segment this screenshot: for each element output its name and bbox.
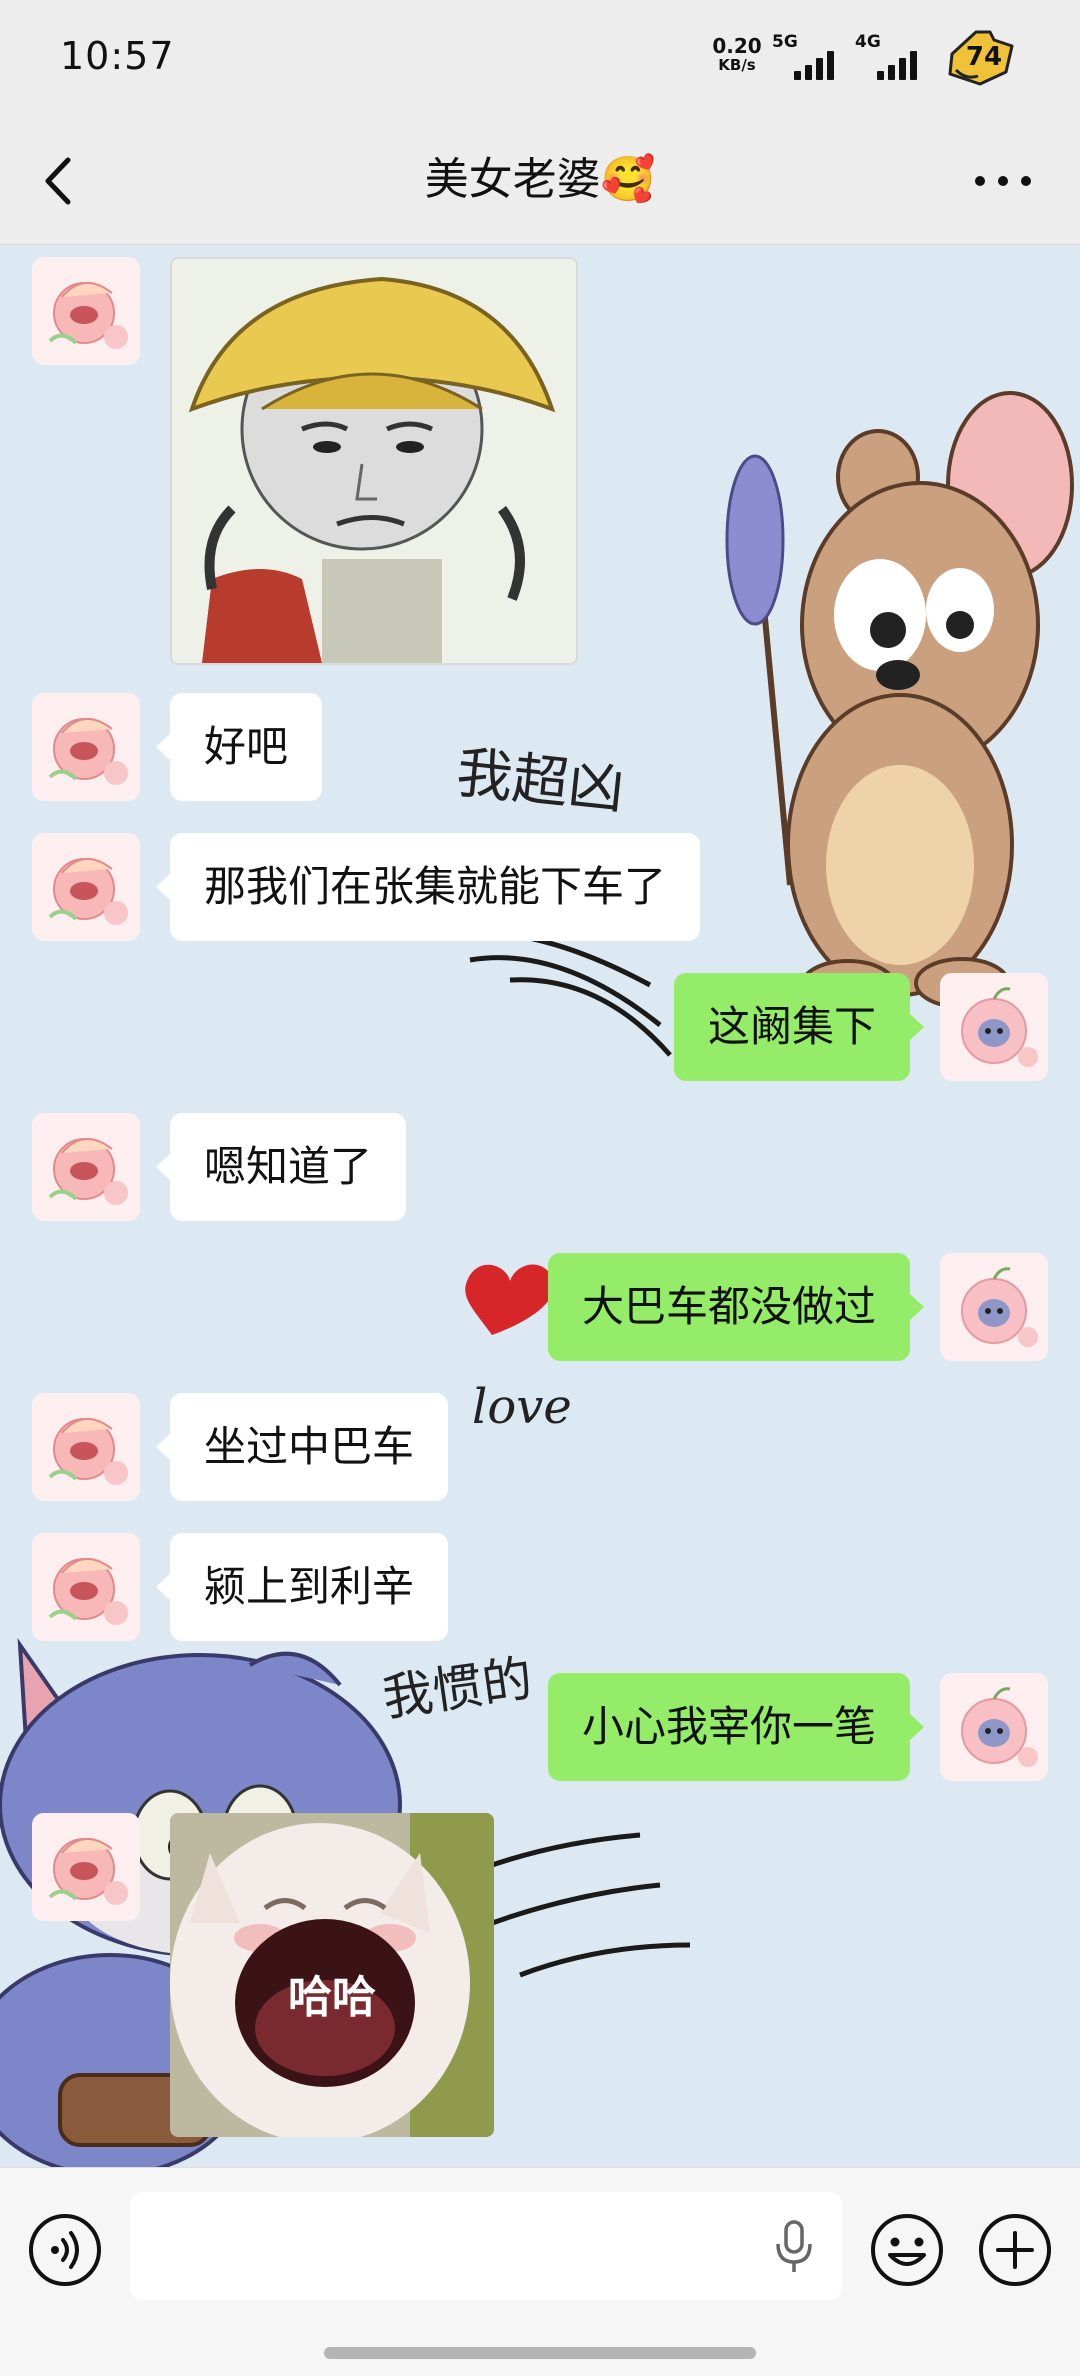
signal-5g-label: 5G (772, 32, 798, 52)
battery-level: 74 (965, 42, 1003, 72)
peach-cat-avatar-icon (940, 1253, 1048, 1361)
incoming-message-bubble[interactable]: 嗯知道了 (155, 1113, 407, 1221)
wallpaper-text-top: 我超凶 (453, 740, 627, 822)
chat-header: 美女老婆🥰 (0, 118, 1080, 245)
network-speed-value: 0.20 (712, 34, 762, 58)
outgoing-message-bubble[interactable]: 这阚集下 (673, 973, 925, 1081)
peach-avatar-icon (32, 257, 140, 365)
contact-avatar[interactable] (32, 257, 140, 365)
input-bar (0, 2167, 1080, 2376)
peach-avatar-icon (32, 1393, 140, 1501)
my-avatar[interactable] (940, 1253, 1048, 1361)
wallpaper-text-love: love (472, 1379, 572, 1435)
mic-button[interactable] (764, 2216, 824, 2276)
peach-avatar-icon (32, 1533, 140, 1641)
sticker-message[interactable]: 哈哈 (170, 1813, 494, 2137)
microphone-icon (776, 2220, 812, 2272)
heart-icon (465, 1264, 555, 1335)
chat-title: 美女老婆🥰 (424, 154, 656, 205)
network-speed: 0.20 KB/s (712, 36, 762, 73)
incoming-message-bubble[interactable]: 那我们在张集就能下车了 (155, 833, 701, 941)
peach-cat-avatar-icon (940, 1673, 1048, 1781)
incoming-message-bubble[interactable]: 颍上到利辛 (155, 1533, 449, 1641)
signal-4g-label: 4G (855, 32, 881, 52)
peach-cat-avatar-icon (940, 973, 1048, 1081)
peach-avatar-icon (32, 1813, 140, 1921)
battery-icon: 74 (942, 28, 1018, 88)
emoji-button[interactable] (868, 2211, 946, 2289)
sticker-caption: 哈哈 (288, 1972, 376, 2023)
contact-avatar[interactable] (32, 1813, 140, 1921)
sticker-message[interactable] (170, 257, 578, 665)
contact-avatar[interactable] (32, 1113, 140, 1221)
outgoing-message-bubble[interactable]: 小心我宰你一笔 (547, 1673, 925, 1781)
chat-screen: 10:57 0.20 KB/s 5G 4G 74 美女老婆🥰 我超凶 love … (0, 0, 1080, 2376)
voice-mode-icon (29, 2214, 101, 2286)
outgoing-message-bubble[interactable]: 大巴车都没做过 (547, 1253, 925, 1361)
message-input[interactable] (130, 2192, 842, 2300)
home-indicator[interactable] (324, 2347, 756, 2359)
more-options-button[interactable] (968, 156, 1038, 206)
contact-avatar[interactable] (32, 1393, 140, 1501)
peach-avatar-icon (32, 1113, 140, 1221)
contact-avatar[interactable] (32, 1533, 140, 1641)
peach-avatar-icon (32, 833, 140, 941)
emoji-icon (871, 2214, 943, 2286)
plus-circle-icon (979, 2214, 1051, 2286)
incoming-message-bubble[interactable]: 好吧 (155, 693, 323, 801)
my-avatar[interactable] (940, 973, 1048, 1081)
status-bar: 10:57 0.20 KB/s 5G 4G 74 (0, 0, 1080, 118)
yellow-hat-kid-sticker-icon (172, 259, 576, 663)
voice-mode-button[interactable] (26, 2211, 104, 2289)
more-horizontal-icon (975, 176, 1031, 186)
status-time: 10:57 (60, 34, 175, 78)
message-list[interactable]: 我超凶 love 我惯的 好吧 那我们在张集就能下车了 这阚集下 嗯知道了 大巴… (0, 245, 1080, 2167)
wallpaper-text-bottom: 我惯的 (379, 1649, 536, 1727)
mouse-cartoon-icon (725, 391, 1074, 1011)
contact-avatar[interactable] (32, 693, 140, 801)
incoming-message-bubble[interactable]: 坐过中巴车 (155, 1393, 449, 1501)
my-avatar[interactable] (940, 1673, 1048, 1781)
network-speed-unit: KB/s (718, 56, 756, 74)
contact-avatar[interactable] (32, 833, 140, 941)
peach-avatar-icon (32, 693, 140, 801)
more-actions-button[interactable] (976, 2211, 1054, 2289)
